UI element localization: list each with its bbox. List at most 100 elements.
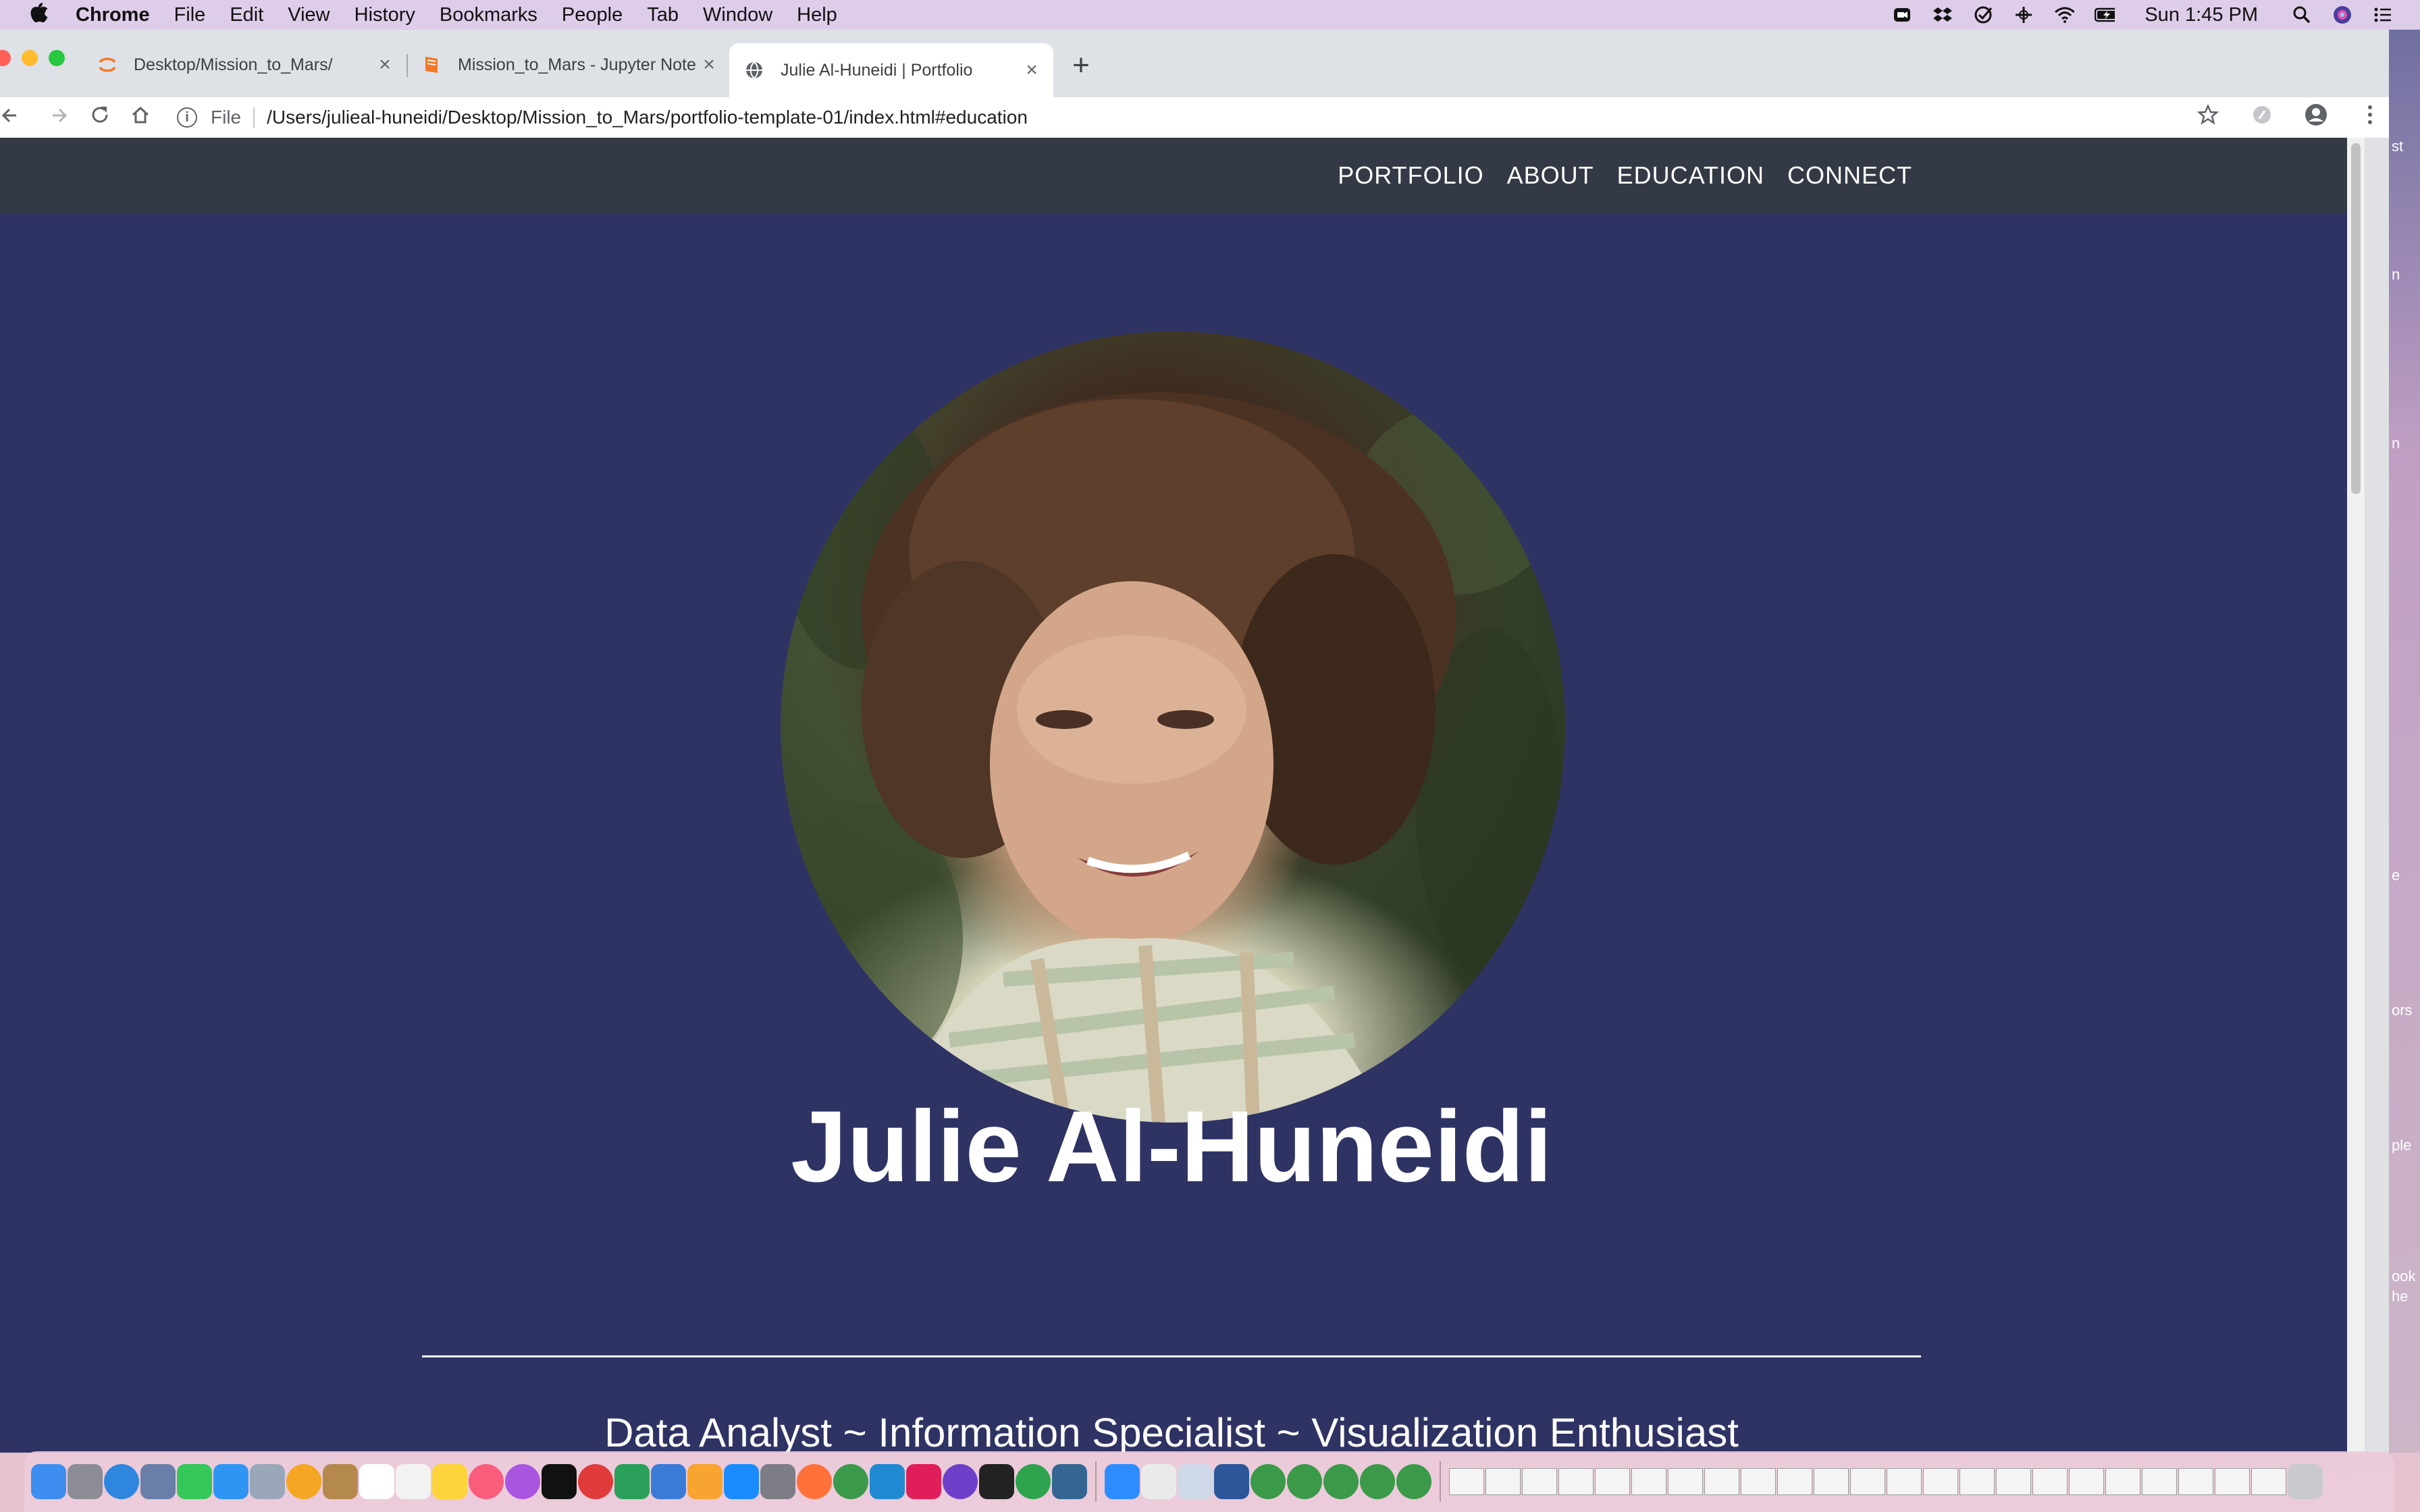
stickies-icon[interactable] — [432, 1464, 467, 1499]
back-button[interactable] — [0, 105, 19, 130]
menu-history[interactable]: History — [354, 4, 415, 26]
minimized-window-thumbnail[interactable] — [2032, 1468, 2068, 1495]
tab-jupyter-notebook[interactable]: Mission_to_Mars - Jupyter Notebook × — [406, 43, 731, 86]
calendar-icon[interactable] — [359, 1464, 394, 1499]
launchpad-icon[interactable] — [68, 1464, 103, 1499]
zoom-icon[interactable] — [1892, 5, 1912, 24]
music-icon[interactable] — [469, 1464, 504, 1499]
home-button[interactable] — [120, 105, 161, 130]
desktop-label-fragment[interactable]: ook — [2392, 1268, 2415, 1285]
desktop-label-fragment[interactable]: n — [2392, 435, 2400, 452]
siri-icon[interactable] — [2332, 5, 2352, 24]
reminders-icon[interactable] — [396, 1464, 431, 1499]
minimized-window-thumbnail[interactable] — [1923, 1468, 1958, 1495]
safari-icon[interactable] — [104, 1464, 139, 1499]
github-desktop-icon[interactable] — [943, 1464, 978, 1499]
minimized-window-thumbnail[interactable] — [1668, 1468, 1703, 1495]
contacts-icon[interactable] — [250, 1464, 285, 1499]
terminal-icon[interactable] — [979, 1464, 1014, 1499]
apple-menu-icon[interactable] — [23, 1, 55, 28]
checkmark-icon[interactable] — [1973, 5, 1993, 24]
menu-people[interactable]: People — [562, 4, 623, 26]
crosshair-icon[interactable] — [2014, 5, 2034, 24]
minimized-window-thumbnail[interactable] — [2178, 1468, 2213, 1495]
chrome-window-icon[interactable] — [1323, 1464, 1359, 1499]
spotlight-icon[interactable] — [2292, 5, 2312, 24]
nav-link-portfolio[interactable]: PORTFOLIO — [1338, 161, 1483, 190]
minimized-window-thumbnail[interactable] — [1887, 1468, 1922, 1495]
keynote-icon[interactable] — [651, 1464, 686, 1499]
menu-bar-clock[interactable]: Sun 1:45 PM — [2145, 4, 2258, 26]
document-icon[interactable] — [1141, 1464, 1176, 1499]
facetime-icon[interactable] — [177, 1464, 212, 1499]
battery-icon[interactable] — [2095, 5, 2115, 24]
desktop-label-fragment[interactable]: ors — [2392, 1002, 2413, 1019]
reload-button[interactable] — [80, 105, 120, 130]
notes-app-icon[interactable] — [323, 1464, 358, 1499]
chrome-window-icon[interactable] — [1396, 1464, 1431, 1499]
news-icon[interactable] — [578, 1464, 613, 1499]
postgres-icon[interactable] — [1052, 1464, 1087, 1499]
menu-help[interactable]: Help — [797, 4, 837, 26]
minimized-window-thumbnail[interactable] — [1704, 1468, 1739, 1495]
minimized-window-thumbnail[interactable] — [1522, 1468, 1557, 1495]
minimized-window-thumbnail[interactable] — [1850, 1468, 1885, 1495]
minimized-window-thumbnail[interactable] — [1449, 1468, 1484, 1495]
close-tab-icon[interactable]: × — [1018, 59, 1045, 82]
extension-icon[interactable] — [2248, 104, 2276, 132]
firefox-icon[interactable] — [797, 1464, 832, 1499]
trash-icon[interactable] — [2288, 1464, 2323, 1499]
address-bar[interactable]: i File /Users/julieal-huneidi/Desktop/Mi… — [177, 107, 1028, 128]
wifi-icon[interactable] — [2054, 5, 2075, 24]
minimized-window-thumbnail[interactable] — [1777, 1468, 1812, 1495]
desktop-label-fragment[interactable]: e — [2392, 867, 2400, 884]
photos-icon[interactable] — [286, 1464, 321, 1499]
nav-link-education[interactable]: EDUCATION — [1617, 161, 1764, 190]
desktop-label-fragment[interactable]: ple — [2392, 1137, 2411, 1154]
minimized-window-thumbnail[interactable] — [1741, 1468, 1776, 1495]
minimized-window-thumbnail[interactable] — [2105, 1468, 2140, 1495]
forward-button[interactable] — [39, 105, 80, 130]
menu-window[interactable]: Window — [703, 4, 772, 26]
pages-icon[interactable] — [687, 1464, 722, 1499]
bookmark-star-icon[interactable] — [2194, 103, 2221, 132]
menu-file[interactable]: File — [174, 4, 206, 26]
zoom-app-icon[interactable] — [1105, 1464, 1140, 1499]
profile-avatar-icon[interactable] — [2303, 103, 2330, 133]
site-info-icon[interactable]: i — [177, 107, 197, 128]
zoom-window-button[interactable] — [49, 50, 65, 66]
minimized-window-thumbnail[interactable] — [1595, 1468, 1630, 1495]
page-viewport[interactable]: PORTFOLIO ABOUT EDUCATION CONNECT Julie … — [0, 138, 2365, 1453]
minimized-window-thumbnail[interactable] — [2215, 1468, 2250, 1495]
close-tab-icon[interactable]: × — [371, 53, 398, 76]
minimized-window-thumbnail[interactable] — [1996, 1468, 2031, 1495]
minimize-window-button[interactable] — [22, 50, 38, 66]
messages-icon[interactable] — [213, 1464, 248, 1499]
close-tab-icon[interactable]: × — [695, 53, 722, 76]
menu-bookmarks[interactable]: Bookmarks — [440, 4, 537, 26]
chrome-window-icon[interactable] — [1287, 1464, 1322, 1499]
finder-icon[interactable] — [31, 1464, 66, 1499]
numbers-icon[interactable] — [614, 1464, 650, 1499]
nav-link-connect[interactable]: CONNECT — [1787, 161, 1912, 190]
desktop-label-fragment[interactable]: st — [2392, 138, 2403, 155]
anaconda-icon[interactable] — [1016, 1464, 1051, 1499]
slack-icon[interactable] — [906, 1464, 941, 1499]
minimized-window-thumbnail[interactable] — [1485, 1468, 1521, 1495]
nav-link-about[interactable]: ABOUT — [1507, 161, 1594, 190]
menu-app-chrome[interactable]: Chrome — [76, 4, 150, 26]
minimized-window-thumbnail[interactable] — [2069, 1468, 2104, 1495]
desktop-label-fragment[interactable]: n — [2392, 266, 2400, 284]
minimized-window-thumbnail[interactable] — [1558, 1468, 1594, 1495]
minimized-window-thumbnail[interactable] — [1814, 1468, 1849, 1495]
new-tab-button[interactable]: + — [1066, 50, 1097, 81]
podcasts-icon[interactable] — [505, 1464, 540, 1499]
minimized-window-thumbnail[interactable] — [1959, 1468, 1995, 1495]
chrome-menu-icon[interactable] — [2357, 104, 2384, 132]
chrome-window-icon[interactable] — [1360, 1464, 1395, 1499]
preview-icon[interactable] — [140, 1464, 176, 1499]
desktop-label-fragment[interactable]: he — [2392, 1288, 2408, 1305]
system-preferences-icon[interactable] — [760, 1464, 795, 1499]
url-text[interactable]: /Users/julieal-huneidi/Desktop/Mission_t… — [267, 107, 1028, 128]
minimized-window-thumbnail[interactable] — [2251, 1468, 2286, 1495]
